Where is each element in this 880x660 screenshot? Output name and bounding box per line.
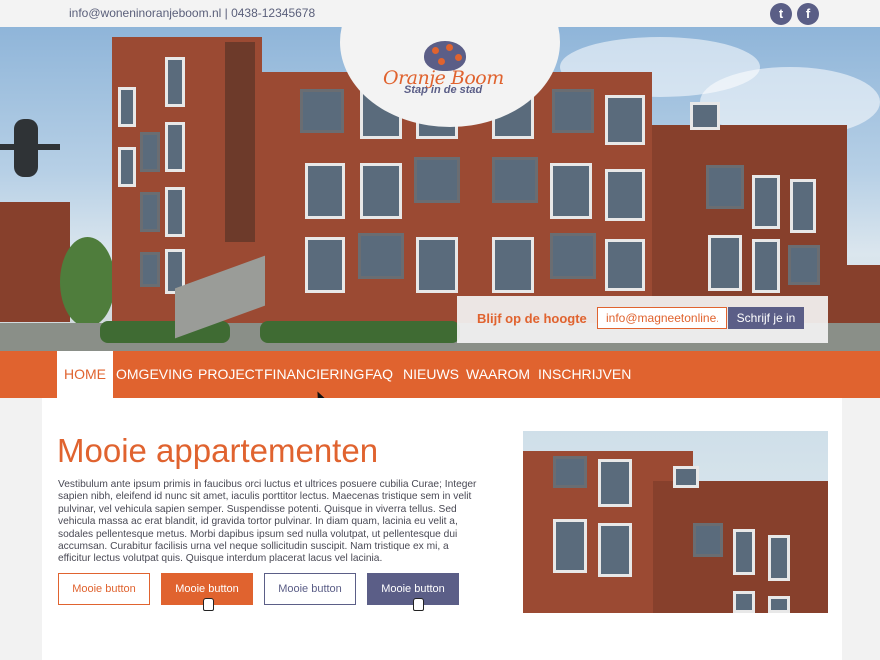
hedge [260, 321, 460, 343]
traffic-light [14, 119, 38, 177]
subscribe-button[interactable]: Schrijf je in [728, 307, 804, 329]
window [733, 591, 755, 613]
window [140, 132, 160, 172]
mooie-button-outline-orange[interactable]: Mooie button [58, 573, 150, 605]
nav-item-financiering[interactable]: FINANCIERING [264, 351, 364, 398]
window [552, 89, 594, 133]
window [140, 252, 160, 287]
hand-cursor-icon [203, 598, 214, 611]
nav-item-nieuws[interactable]: NIEUWS [403, 351, 459, 398]
window [768, 535, 790, 581]
window [118, 147, 136, 187]
window [414, 157, 460, 203]
window [300, 89, 344, 133]
hand-cursor-icon [413, 598, 424, 611]
mooie-button-outline-blue[interactable]: Mooie button [264, 573, 356, 605]
tree [60, 237, 115, 327]
window [165, 122, 185, 172]
window [733, 529, 755, 575]
window [598, 523, 632, 577]
logo-tagline: Stap in de stad [404, 84, 483, 96]
body-text: Vestibulum ante ipsum primis in faucibus… [58, 479, 477, 565]
nav-item-inschrijven[interactable]: INSCHRIJVEN [538, 351, 631, 398]
contact-info[interactable]: info@woneninoranjeboom.nl | 0438-1234567… [69, 6, 315, 20]
window [605, 239, 645, 291]
facebook-icon[interactable]: f [797, 3, 819, 25]
window [118, 87, 136, 127]
window [550, 163, 592, 219]
window [708, 235, 742, 291]
window [673, 466, 699, 488]
window [416, 237, 458, 293]
building-photo [523, 431, 828, 613]
newsletter-label: Blijf op de hoogte [477, 311, 587, 326]
window [553, 519, 587, 573]
window [140, 192, 160, 232]
window [706, 165, 744, 209]
window [788, 245, 820, 285]
nav-item-waarom[interactable]: WAAROM [466, 351, 530, 398]
window [305, 163, 345, 219]
window [492, 157, 538, 203]
window [605, 95, 645, 145]
window [492, 237, 534, 293]
nav-item-project[interactable]: PROJECT [198, 351, 263, 398]
window [358, 233, 404, 279]
window [693, 523, 723, 557]
nav-item-faq[interactable]: FAQ [365, 351, 393, 398]
window [553, 456, 587, 488]
window [550, 233, 596, 279]
newsletter-bar: Blijf op de hoogte Schrijf je in [457, 296, 828, 343]
page-title: Mooie appartementen [57, 432, 379, 469]
nav-item-omgeving[interactable]: OMGEVING [116, 351, 193, 398]
window [598, 459, 632, 507]
window [360, 163, 402, 219]
window [768, 596, 790, 613]
content-panel: Mooie appartementen Vestibulum ante ipsu… [42, 398, 842, 660]
window [165, 57, 185, 107]
window [305, 237, 345, 293]
balconies [225, 42, 255, 242]
window [605, 169, 645, 221]
main-nav: HOME OMGEVING PROJECT FINANCIERING FAQ N… [0, 351, 880, 398]
twitter-icon[interactable]: t [770, 3, 792, 25]
nav-item-home[interactable]: HOME [57, 351, 113, 398]
side-building [0, 202, 70, 322]
window [690, 102, 720, 130]
window [752, 239, 780, 293]
window [790, 179, 816, 233]
newsletter-email-input[interactable] [597, 307, 727, 329]
top-bar: info@woneninoranjeboom.nl | 0438-1234567… [0, 0, 880, 27]
side-building [845, 265, 880, 325]
window [752, 175, 780, 229]
window [165, 187, 185, 237]
